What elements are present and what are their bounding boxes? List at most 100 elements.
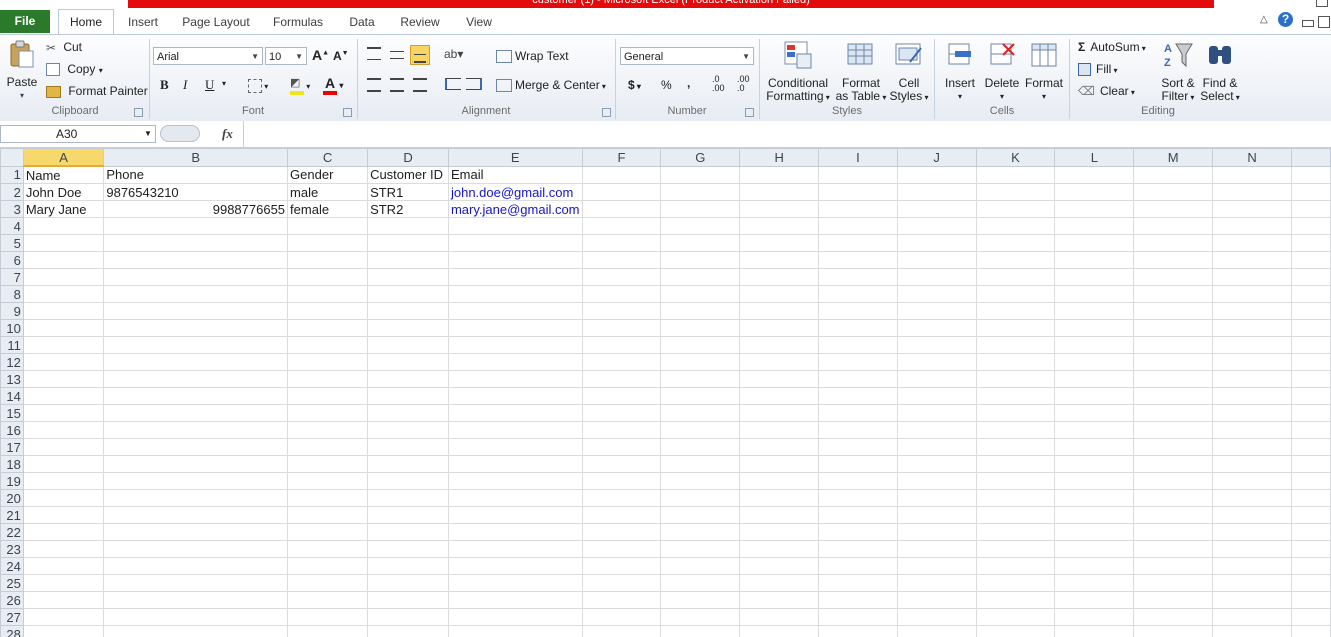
cell[interactable] [818,183,898,201]
cell[interactable] [22,302,105,320]
cell[interactable] [22,455,105,473]
fill-button[interactable]: Fill ▾ [1078,62,1118,77]
cell[interactable] [660,251,741,269]
cell[interactable] [1212,200,1292,218]
cell[interactable] [1212,268,1292,286]
cell[interactable] [447,319,583,337]
cell[interactable] [287,336,369,354]
cell[interactable] [660,557,741,575]
font-color-button[interactable]: A ▾ [323,75,343,95]
cell[interactable]: Email [447,165,583,184]
cell[interactable] [660,506,741,524]
cell[interactable] [287,438,369,456]
cell[interactable] [103,387,289,405]
cell[interactable] [818,506,898,524]
cell[interactable]: 9988776655 [103,200,289,218]
cell[interactable] [1290,625,1331,637]
cell[interactable] [1212,438,1292,456]
cell[interactable] [739,540,820,558]
cell[interactable] [975,455,1056,473]
cell[interactable] [896,489,977,507]
cell[interactable] [581,387,662,405]
font-launcher-icon[interactable] [343,108,352,117]
cell[interactable] [581,489,662,507]
cell[interactable] [1212,421,1292,439]
cell[interactable] [1290,353,1331,371]
cell[interactable] [896,336,977,354]
cell[interactable] [975,574,1056,592]
cell[interactable] [1054,353,1135,371]
cell[interactable] [22,319,105,337]
cell[interactable] [287,404,369,422]
cell[interactable] [287,387,369,405]
cell[interactable] [447,455,583,473]
row-header[interactable]: 20 [0,489,24,507]
cell[interactable] [818,574,898,592]
cell[interactable] [660,540,741,558]
cell[interactable] [1133,608,1214,626]
cell[interactable] [896,302,977,320]
cell[interactable] [367,608,449,626]
align-left-icon[interactable] [367,78,381,92]
row-header[interactable]: 6 [0,251,24,269]
cell[interactable] [660,591,741,609]
tab-view[interactable]: View [462,11,496,33]
column-header-a[interactable]: A [22,148,105,167]
column-header-c[interactable]: C [287,148,369,167]
cell[interactable] [1290,200,1331,218]
cell[interactable] [103,472,289,490]
cell[interactable] [581,455,662,473]
autosum-button[interactable]: Σ AutoSum ▾ [1078,40,1146,54]
cell[interactable] [287,353,369,371]
cell[interactable] [975,319,1056,337]
cell[interactable] [739,370,820,388]
cell[interactable] [22,217,105,235]
cell[interactable] [1054,523,1135,541]
cell[interactable] [447,472,583,490]
column-header-i[interactable]: I [818,148,898,167]
cell[interactable] [367,625,449,637]
column-header-d[interactable]: D [367,148,449,167]
cell[interactable] [287,234,369,252]
cell[interactable] [367,234,449,252]
cell[interactable] [581,183,662,201]
increase-indent-icon[interactable] [466,78,482,90]
row-header[interactable]: 3 [0,200,24,218]
cell[interactable] [896,557,977,575]
cell[interactable] [1054,455,1135,473]
cell[interactable] [1290,557,1331,575]
cell[interactable] [367,506,449,524]
row-header[interactable]: 2 [0,183,24,201]
cell[interactable] [896,574,977,592]
cell[interactable] [22,608,105,626]
cell[interactable] [22,438,105,456]
cell[interactable] [896,319,977,337]
cell[interactable] [1212,302,1292,320]
cell[interactable] [581,472,662,490]
cell[interactable] [1133,574,1214,592]
cell[interactable] [975,165,1056,184]
cell[interactable] [103,268,289,286]
row-header[interactable]: 21 [0,506,24,524]
insert-function-icon[interactable]: fx [222,126,233,142]
cell[interactable] [818,608,898,626]
cell[interactable] [1133,319,1214,337]
cell[interactable] [975,251,1056,269]
cell[interactable] [975,472,1056,490]
cell[interactable] [660,336,741,354]
cell[interactable] [581,506,662,524]
cell[interactable] [22,506,105,524]
cell[interactable] [103,574,289,592]
increase-decimal-button[interactable]: .0 .00 [712,75,732,93]
cell[interactable] [739,336,820,354]
cell[interactable] [287,319,369,337]
cell[interactable] [739,574,820,592]
cell[interactable] [581,438,662,456]
cell[interactable] [367,251,449,269]
cell[interactable] [447,489,583,507]
cell[interactable] [103,234,289,252]
cell[interactable] [447,234,583,252]
tab-insert[interactable]: Insert [124,11,162,33]
cell[interactable] [739,404,820,422]
cell[interactable] [581,540,662,558]
